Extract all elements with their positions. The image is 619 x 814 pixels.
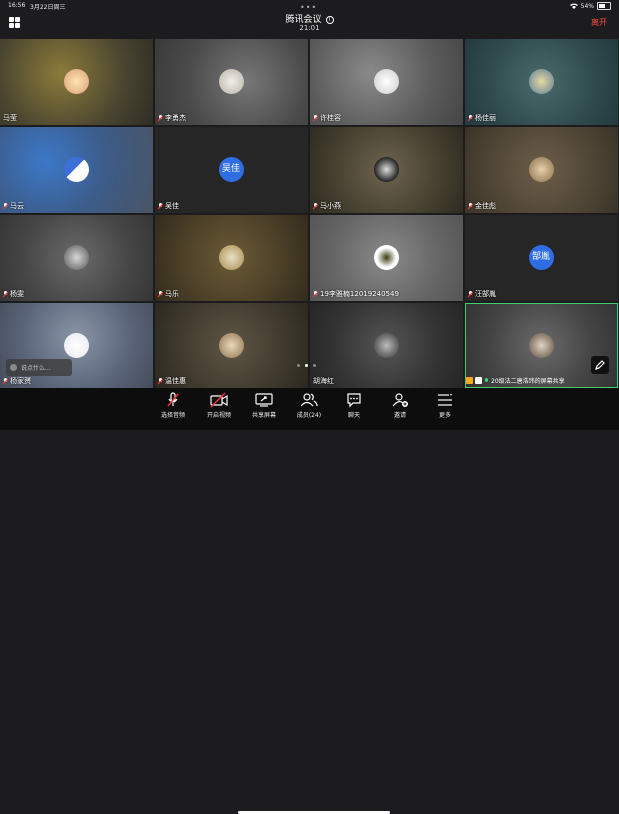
video-button-label: 开启视频 [206, 412, 231, 419]
mic-muted-icon [158, 115, 163, 121]
avatar: 郜胤 [528, 245, 554, 270]
participant-tile[interactable]: 许桂容 [310, 39, 463, 125]
participant-name: 20级法二唐浩玮的屏幕共享 [491, 378, 565, 385]
page-dot[interactable] [313, 364, 316, 367]
chat-input[interactable]: 说点什么... [6, 359, 72, 376]
avatar [218, 332, 244, 358]
audio-button[interactable]: 选择音频 [154, 392, 192, 419]
members-button[interactable]: 成员(24) [290, 392, 328, 419]
meeting-toolbar: 选择音频 开启视频 共享屏幕 成员(24) 聊天 邀请 更多 [0, 388, 619, 814]
participant-name: 吴佳 [165, 202, 179, 210]
participant-tile[interactable]: 李勇杰 [155, 39, 308, 125]
more-label: 更多 [438, 412, 451, 419]
participant-tile[interactable]: 马莹 [0, 39, 153, 125]
participant-name: 马乐 [165, 290, 179, 298]
mic-muted-icon [313, 291, 318, 297]
share-thumb-icon [466, 377, 473, 384]
meeting-duration: 21:01 [299, 24, 320, 32]
participant-tile[interactable]: 19李雅楠12019240549 [310, 215, 463, 301]
emoji-icon[interactable] [10, 364, 17, 371]
participant-name: 马云 [10, 202, 24, 210]
chat-placeholder: 说点什么... [21, 365, 51, 372]
participant-tile[interactable]: 杨佳丽 [465, 39, 618, 125]
participant-name: 杨家赟 [10, 377, 31, 385]
participant-name: 李勇杰 [165, 114, 186, 122]
camera-off-icon [210, 392, 228, 408]
meeting-header: ••• 腾讯会议 i 21:01 离开 [0, 0, 619, 38]
avatar [63, 69, 89, 94]
participant-name: 杨佳丽 [475, 114, 496, 122]
invite-icon [392, 393, 408, 407]
mic-muted-icon [158, 378, 163, 384]
more-button[interactable]: 更多 [426, 392, 464, 419]
chat-button[interactable]: 聊天 [335, 392, 373, 419]
audio-button-label: 选择音频 [160, 412, 185, 419]
page-dot[interactable] [297, 364, 300, 367]
menu-icon [438, 394, 452, 406]
avatar [373, 157, 399, 182]
participant-name: 马莹 [3, 114, 17, 122]
avatar: 吴佳 [218, 157, 244, 182]
participant-tile[interactable]: 胡海红 [310, 303, 463, 388]
avatar [528, 332, 554, 358]
participant-name: 马小燕 [320, 202, 341, 210]
drag-handle[interactable]: ••• [300, 3, 317, 12]
avatar [63, 332, 89, 358]
participant-tile[interactable]: 马云 [0, 127, 153, 213]
members-label: 成员(24) [296, 412, 322, 419]
avatar [63, 245, 89, 270]
mic-muted-icon [468, 203, 473, 209]
chat-icon [347, 393, 361, 408]
participant-name: 温佳惠 [165, 377, 186, 385]
participant-name: 金佳彪 [475, 202, 496, 210]
share-screen-label: 共享屏幕 [251, 412, 276, 419]
avatar [373, 332, 399, 358]
mic-muted-icon [158, 291, 163, 297]
mic-muted-icon [468, 291, 473, 297]
share-screen-icon [255, 393, 273, 407]
avatar [63, 157, 89, 182]
participant-name: 许桂容 [320, 114, 341, 122]
participant-tile[interactable]: 温佳惠 [155, 303, 308, 388]
participant-name: 胡海红 [313, 377, 334, 385]
members-icon [300, 393, 318, 407]
participant-tile[interactable]: 马小燕 [310, 127, 463, 213]
participant-name: 汪郜胤 [475, 290, 496, 298]
page-indicator[interactable] [297, 364, 316, 367]
page-dot-active[interactable] [305, 364, 308, 367]
mic-muted-icon [313, 115, 318, 121]
avatar [218, 245, 244, 270]
mic-on-icon [484, 377, 489, 384]
invite-button[interactable]: 邀请 [381, 392, 419, 419]
participant-name: 19李雅楠12019240549 [320, 290, 399, 298]
mic-muted-icon [3, 378, 8, 384]
pip-toggle-button[interactable] [591, 356, 609, 374]
video-button[interactable]: 开启视频 [200, 392, 238, 419]
mic-muted-icon [468, 115, 473, 121]
avatar [528, 69, 554, 94]
participant-tile[interactable]: 杨雯 [0, 215, 153, 301]
avatar [218, 69, 244, 94]
mic-muted-icon [3, 203, 8, 209]
share-screen-icon [475, 377, 482, 384]
avatar [373, 245, 399, 270]
avatar [373, 69, 399, 94]
avatar [528, 157, 554, 182]
participant-tile[interactable]: 吴佳 吴佳 [155, 127, 308, 213]
leave-button[interactable]: 离开 [591, 17, 607, 28]
mic-muted-icon [167, 392, 179, 407]
chat-label: 聊天 [347, 412, 360, 419]
mic-muted-icon [3, 291, 8, 297]
participant-tile[interactable]: 马乐 [155, 215, 308, 301]
share-screen-button[interactable]: 共享屏幕 [245, 392, 283, 419]
invite-label: 邀请 [393, 412, 406, 419]
mic-muted-icon [158, 203, 163, 209]
pencil-icon [595, 360, 605, 370]
participant-name: 杨雯 [10, 290, 24, 298]
participant-tile[interactable]: 郜胤 汪郜胤 [465, 215, 618, 301]
mic-muted-icon [313, 203, 318, 209]
screen-share-label: 20级法二唐浩玮的屏幕共享 [466, 376, 565, 385]
participant-tile[interactable]: 金佳彪 [465, 127, 618, 213]
info-icon[interactable]: i [325, 16, 334, 24]
